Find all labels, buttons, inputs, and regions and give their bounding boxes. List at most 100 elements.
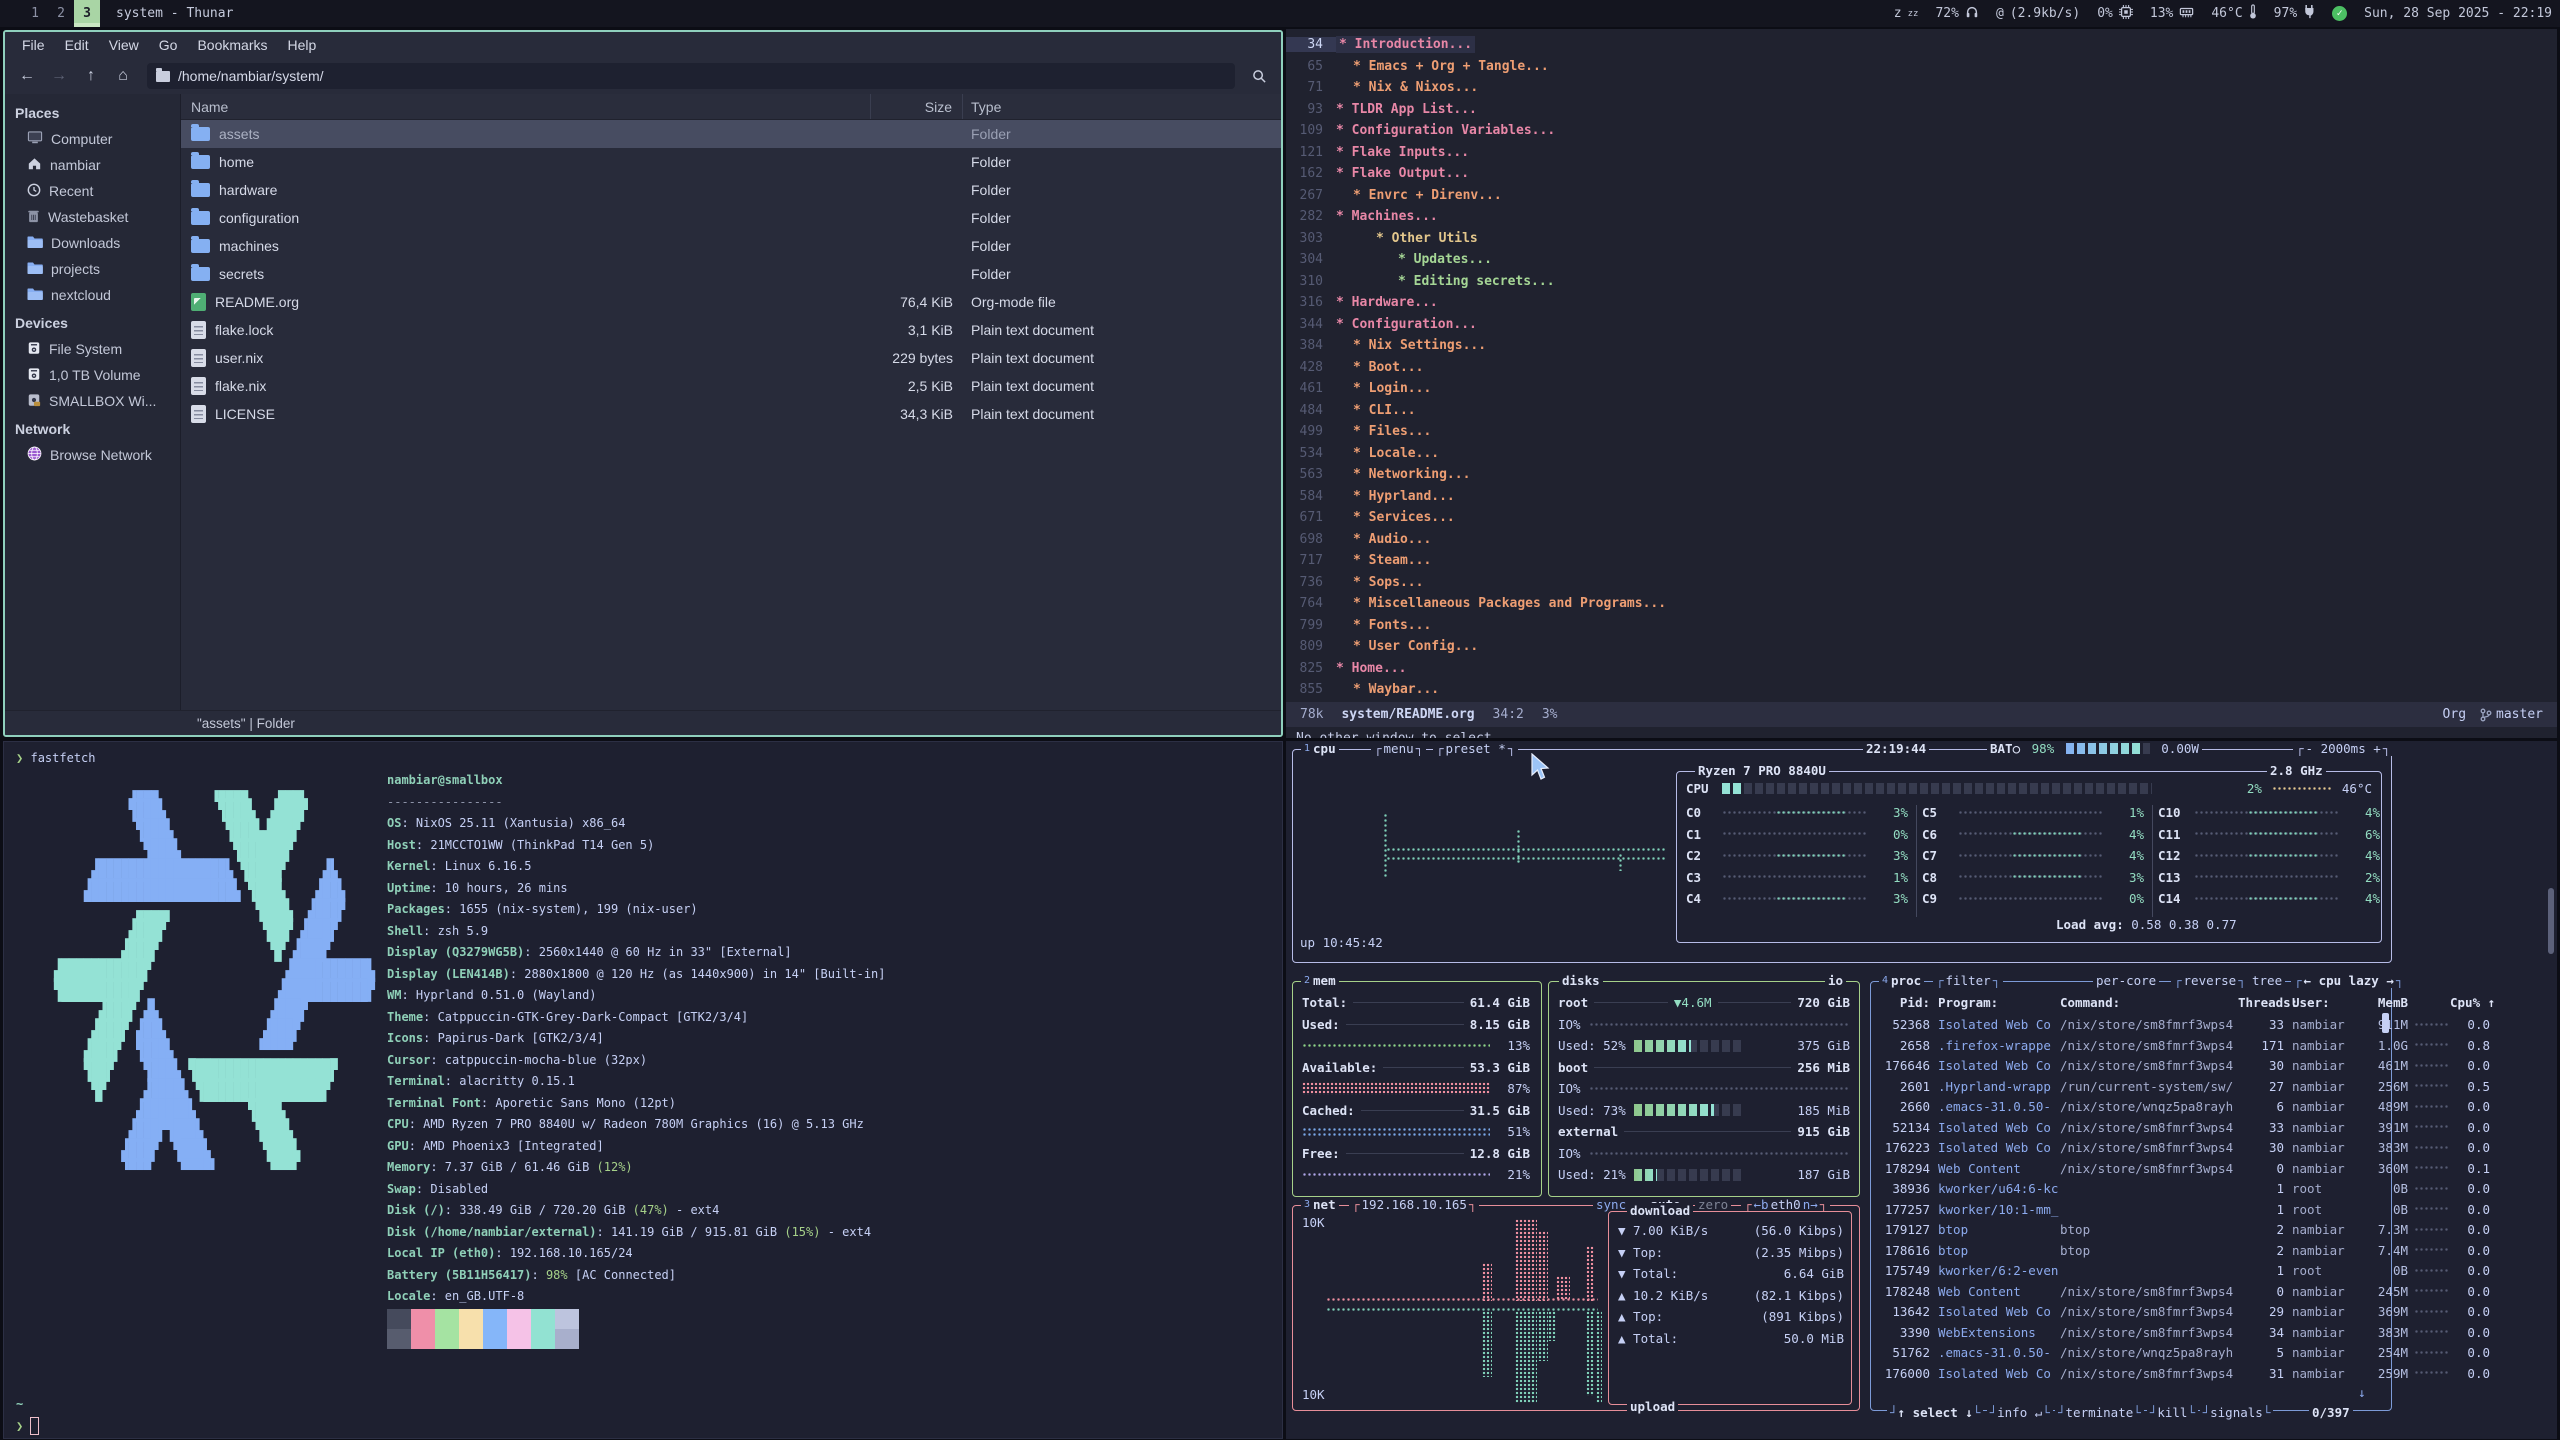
proc-row-178248[interactable]: 178248Web Content/nix/store/sm8fmrf3wps4… [1878, 1284, 2490, 1299]
cpu-load[interactable]: 0% [2097, 5, 2133, 23]
path-bar[interactable]: /home/nambiar/system/ [147, 63, 1235, 89]
terminal-scrollbar[interactable] [2548, 888, 2554, 954]
clock[interactable]: Sun, 28 Sep 2025 - 22:19 [2364, 6, 2552, 21]
proc-row-2658[interactable]: 2658.firefox-wrappe/nix/store/sm8fmrf3wp… [1878, 1038, 2490, 1053]
file-row-flake.nix[interactable]: flake.nix2,5 KiBPlain text document [181, 372, 1281, 400]
proc-row-52134[interactable]: 52134Isolated Web Co/nix/store/sm8fmrf3w… [1878, 1120, 2490, 1135]
buffer-size: 78k [1300, 707, 1323, 722]
sidebar-item-smallbox-wi-[interactable]: SMALLBOX Wi... [5, 388, 180, 414]
battery[interactable]: 97% [2274, 4, 2315, 23]
proc-row-52368[interactable]: 52368Isolated Web Co/nix/store/sm8fmrf3w… [1878, 1017, 2490, 1032]
disk-used-row: Used: 73%185 MiB [1558, 1103, 1850, 1118]
menu-bookmarks[interactable]: Bookmarks [188, 34, 276, 56]
menu-help[interactable]: Help [279, 34, 326, 56]
file-row-assets[interactable]: assetsFolder [181, 120, 1281, 148]
proc-row-176646[interactable]: 176646Isolated Web Co/nix/store/sm8fmrf3… [1878, 1058, 2490, 1073]
file-row-README.org[interactable]: README.org76,4 KiBOrg-mode file [181, 288, 1281, 316]
sidebar-item-wastebasket[interactable]: Wastebasket [5, 204, 180, 230]
sidebar-item-1-0-tb-volume[interactable]: 1,0 TB Volume [5, 362, 180, 388]
org-heading-line: 799* Fonts... [1286, 615, 2557, 637]
org-heading-line: 121* Flake Inputs... [1286, 142, 2557, 164]
file-row-machines[interactable]: machinesFolder [181, 232, 1281, 260]
workspace-3[interactable]: 3 [74, 0, 100, 27]
home-button[interactable]: ⌂ [109, 63, 137, 89]
proc-row-3390[interactable]: 3390WebExtensions/nix/store/sm8fmrf3wps4… [1878, 1325, 2490, 1340]
sidebar-item-nextcloud[interactable]: nextcloud [5, 282, 180, 308]
volume[interactable]: 72% [1935, 5, 1978, 23]
proc-key-3[interactable]: ┘kill└ [2147, 1405, 2198, 1420]
sidebar-item-file-system[interactable]: File System [5, 336, 180, 362]
sort-button[interactable]: ┌← cpu lazy →┐ [2291, 973, 2406, 988]
proc-row-38936[interactable]: 38936kworker/u64:6-kc1root0B0.0 [1878, 1181, 2490, 1196]
search-button[interactable] [1245, 63, 1273, 89]
net-zero-button[interactable]: zero [1695, 1197, 1731, 1212]
sidebar-item-downloads[interactable]: Downloads [5, 230, 180, 256]
up-button[interactable]: ↑ [77, 63, 105, 89]
per-core-button[interactable]: per-core [2093, 973, 2159, 988]
sidebar-item-recent[interactable]: Recent [5, 178, 180, 204]
proc-scroll-down[interactable]: ↓ [2358, 1385, 2366, 1400]
proc-row-175749[interactable]: 175749kworker/6:2-even1root0B0.0 [1878, 1263, 2490, 1278]
proc-row-176223[interactable]: 176223Isolated Web Co/nix/store/sm8fmrf3… [1878, 1140, 2490, 1155]
network[interactable]: @(2.9kb/s) [1996, 6, 2080, 21]
text-cursor [30, 1417, 39, 1435]
cpu-icon [2119, 5, 2133, 23]
folder-file-icon [191, 183, 210, 197]
sidebar-item-computer[interactable]: Computer [5, 126, 180, 152]
mem-graph-pink: 87% [1302, 1081, 1530, 1096]
proc-key-0[interactable]: ┘↑ select ↓└ [1887, 1405, 1983, 1420]
file-row-configuration[interactable]: configurationFolder [181, 204, 1281, 232]
idle-inhibitor[interactable]: zzz [1894, 6, 1919, 21]
menu-button[interactable]: ┌menu┐ [1371, 741, 1426, 756]
menu-go[interactable]: Go [150, 34, 187, 56]
file-row-hardware[interactable]: hardwareFolder [181, 176, 1281, 204]
file-row-LICENSE[interactable]: LICENSE34,3 KiBPlain text document [181, 400, 1281, 428]
net-interface-button[interactable]: ┌←b eth0 n→┐ [1741, 1197, 1830, 1212]
proc-scrollbar[interactable] [2382, 1013, 2389, 1033]
reverse-button[interactable]: ┌reverse┐ [2171, 973, 2249, 988]
proc-key-2[interactable]: ┘terminate└ [2055, 1405, 2144, 1420]
tree-button[interactable]: tree [2249, 973, 2285, 988]
proc-key-1[interactable]: ┘info ↵└ [1987, 1405, 2053, 1420]
proc-row-179127[interactable]: 179127btopbtop2nambiar7.3M0.0 [1878, 1222, 2490, 1237]
sidebar-item-nambiar[interactable]: nambiar [5, 152, 180, 178]
file-row-flake.lock[interactable]: flake.lock3,1 KiBPlain text document [181, 316, 1281, 344]
updates[interactable]: ✓ [2332, 6, 2347, 21]
org-heading-line: 671* Services... [1286, 507, 2557, 529]
sidebar-item-projects[interactable]: projects [5, 256, 180, 282]
column-size[interactable]: Size [871, 94, 963, 119]
proc-row-2601[interactable]: 2601.Hyprland-wrapp/run/current-system/s… [1878, 1079, 2490, 1094]
memory[interactable]: 13% [2150, 5, 2194, 23]
proc-row-2660[interactable]: 2660.emacs-31.0.50-/nix/store/wnqz5pa8ra… [1878, 1099, 2490, 1114]
sidebar-item-browse-network[interactable]: Browse Network [5, 442, 180, 468]
net-stat-row: ▼ Total:6.64 GiB [1618, 1266, 1844, 1281]
preset-button[interactable]: ┌preset *┐ [1433, 741, 1518, 756]
disk-io-row: IO% [1558, 1081, 1850, 1096]
net-sync-button[interactable]: sync [1593, 1197, 1629, 1212]
file-row-home[interactable]: homeFolder [181, 148, 1281, 176]
forward-button[interactable]: → [45, 63, 73, 89]
back-button[interactable]: ← [13, 63, 41, 89]
menu-file[interactable]: File [13, 34, 54, 56]
proc-row-13642[interactable]: 13642Isolated Web Co/nix/store/sm8fmrf3w… [1878, 1304, 2490, 1319]
proc-row-176000[interactable]: 176000Isolated Web Co/nix/store/sm8fmrf3… [1878, 1366, 2490, 1381]
fastfetch-line: Disk (/home/nambiar/external): 141.19 Gi… [387, 1222, 886, 1244]
menu-view[interactable]: View [100, 34, 148, 56]
column-type[interactable]: Type [963, 94, 1281, 119]
update-interval-button[interactable]: ┌- 2000ms +┐ [2293, 741, 2393, 756]
column-name[interactable]: Name [181, 94, 871, 119]
disks-io-toggle[interactable]: io [1825, 973, 1846, 988]
proc-row-51762[interactable]: 51762.emacs-31.0.50-/nix/store/wnqz5pa8r… [1878, 1345, 2490, 1360]
filter-button[interactable]: ┌filter┐ [1933, 973, 2003, 988]
core-row-C0: C03% [1686, 805, 1908, 820]
proc-key-4[interactable]: ┘signals└ [2200, 1405, 2274, 1420]
workspace-1[interactable]: 1 [22, 0, 48, 27]
workspace-2[interactable]: 2 [48, 0, 74, 27]
file-row-secrets[interactable]: secretsFolder [181, 260, 1281, 288]
proc-row-178616[interactable]: 178616btopbtop2nambiar7.4M0.0 [1878, 1243, 2490, 1258]
proc-row-178294[interactable]: 178294Web Content/nix/store/sm8fmrf3wps4… [1878, 1161, 2490, 1176]
file-row-user.nix[interactable]: user.nix229 bytesPlain text document [181, 344, 1281, 372]
proc-row-177257[interactable]: 177257kworker/10:1-mm_1root0B0.0 [1878, 1202, 2490, 1217]
menu-edit[interactable]: Edit [56, 34, 98, 56]
temperature[interactable]: 46°C [2211, 4, 2256, 23]
